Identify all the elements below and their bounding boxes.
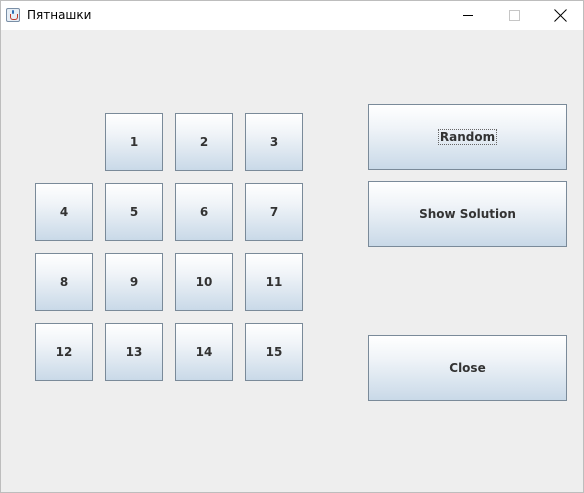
- tile-14[interactable]: 14: [175, 323, 233, 381]
- app-window: Пятнашки 1 2 3 4 5 6 7 8 9 10 11 12 13 1…: [0, 0, 584, 493]
- tile-12[interactable]: 12: [35, 323, 93, 381]
- tile-8[interactable]: 8: [35, 253, 93, 311]
- tile-4[interactable]: 4: [35, 183, 93, 241]
- tile-11[interactable]: 11: [245, 253, 303, 311]
- tile-6[interactable]: 6: [175, 183, 233, 241]
- tile-3[interactable]: 3: [245, 113, 303, 171]
- minimize-icon: [463, 15, 473, 16]
- tile-10[interactable]: 10: [175, 253, 233, 311]
- title-bar: Пятнашки: [1, 1, 583, 30]
- random-button[interactable]: Random: [368, 104, 567, 170]
- maximize-button[interactable]: [491, 1, 537, 30]
- java-app-icon: [6, 8, 20, 22]
- close-button-label: Close: [449, 361, 486, 375]
- tile-2[interactable]: 2: [175, 113, 233, 171]
- tile-9[interactable]: 9: [105, 253, 163, 311]
- minimize-button[interactable]: [445, 1, 491, 30]
- close-button[interactable]: Close: [368, 335, 567, 401]
- show-solution-button-label: Show Solution: [419, 207, 516, 221]
- tile-13[interactable]: 13: [105, 323, 163, 381]
- random-button-label: Random: [437, 129, 498, 145]
- window-close-button[interactable]: [537, 1, 583, 30]
- window-title: Пятнашки: [27, 8, 92, 22]
- close-icon: [554, 9, 567, 22]
- tile-1[interactable]: 1: [105, 113, 163, 171]
- tile-15[interactable]: 15: [245, 323, 303, 381]
- show-solution-button[interactable]: Show Solution: [368, 181, 567, 247]
- tile-5[interactable]: 5: [105, 183, 163, 241]
- maximize-icon: [508, 10, 520, 21]
- tile-7[interactable]: 7: [245, 183, 303, 241]
